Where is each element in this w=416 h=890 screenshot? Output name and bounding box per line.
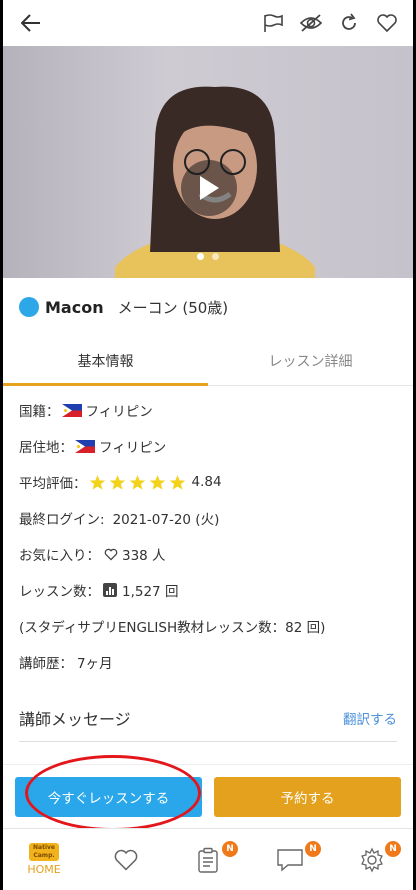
tab-basic-info[interactable]: 基本情報 — [3, 336, 208, 386]
nationality-label: 国籍： — [19, 404, 60, 420]
rating-label: 平均評価： — [19, 476, 87, 492]
star-icon — [129, 474, 145, 490]
nav-reservations[interactable]: N — [167, 829, 249, 890]
last-login-label: 最終ログイン: — [19, 512, 105, 528]
action-button-bar: 今すぐレッスンする 予約する — [3, 764, 413, 828]
history-value: 7ヶ月 — [77, 656, 113, 672]
last-login-value: 2021-07-20 (火) — [112, 512, 220, 528]
star-icon — [149, 474, 165, 490]
clipboard-list-icon — [198, 847, 218, 873]
philippines-flag-icon — [61, 403, 82, 417]
favorites-value: 338 人 — [122, 548, 166, 564]
rating-row: 平均評価： 4.84 — [19, 464, 397, 500]
star-icon — [109, 474, 125, 490]
nationality-row: 国籍： フィリピン — [19, 392, 397, 428]
residence-value: フィリピン — [99, 440, 167, 456]
chat-bubble-icon — [277, 848, 303, 871]
last-login-row: 最終ログイン: 2021-07-20 (火) — [19, 500, 397, 536]
profile-tabs: 基本情報 レッスン詳細 — [3, 336, 413, 386]
intro-video[interactable] — [3, 46, 413, 278]
favorites-row: お気に入り： 338 人 — [19, 536, 397, 572]
rating-value: 4.84 — [191, 474, 222, 490]
nav-reservations-badge: N — [222, 841, 238, 857]
teacher-name-ja: メーコン (50歳) — [117, 298, 229, 317]
lessons-row: レッスン数： 1,527 回 — [19, 572, 397, 608]
heart-outline-icon — [114, 849, 138, 871]
play-icon[interactable] — [181, 160, 237, 216]
lessons-label: レッスン数： — [19, 584, 100, 600]
nav-home-label: HOME — [27, 863, 61, 876]
philippines-flag-icon — [75, 439, 95, 453]
residence-label: 居住地： — [19, 440, 73, 456]
back-arrow-icon[interactable] — [17, 9, 45, 37]
star-icon — [89, 474, 105, 490]
studysapuri-count: (スタディサプリENGLISH教材レッスン数：82 回) — [19, 620, 326, 636]
slide-indicator — [3, 253, 413, 260]
slide-dot[interactable] — [197, 253, 204, 260]
nav-home[interactable]: Native Camp. HOME — [3, 829, 85, 890]
refresh-icon[interactable] — [335, 9, 363, 37]
lesson-now-button[interactable]: 今すぐレッスンする — [15, 776, 202, 817]
slide-dot[interactable] — [212, 253, 219, 260]
top-bar — [3, 0, 413, 46]
hide-eye-icon[interactable] — [297, 9, 325, 37]
studysapuri-row: (スタディサプリENGLISH教材レッスン数：82 回) — [19, 608, 397, 644]
history-row: 講師歴： 7ヶ月 — [19, 644, 397, 680]
favorites-label: お気に入り： — [19, 548, 100, 564]
nativecamp-logo-icon: Native Camp. — [29, 843, 59, 861]
teacher-message-header: 講師メッセージ 翻訳する — [19, 694, 397, 742]
residence-row: 居住地： フィリピン — [19, 428, 397, 464]
heart-outline-icon — [104, 548, 118, 560]
nationality-value: フィリピン — [85, 404, 153, 420]
nav-messages-badge: N — [305, 841, 321, 857]
teacher-message-title: 講師メッセージ — [19, 709, 131, 729]
tab-lesson-details[interactable]: レッスン詳細 — [208, 336, 413, 385]
favorite-heart-icon[interactable] — [373, 9, 401, 37]
reserve-button[interactable]: 予約する — [214, 776, 401, 817]
bar-chart-icon — [103, 583, 117, 597]
nav-favorites[interactable] — [85, 829, 167, 890]
flag-report-icon[interactable] — [259, 9, 287, 37]
home-logo-text: Native Camp. — [33, 844, 55, 859]
online-status-icon — [19, 297, 39, 317]
bottom-navigation: Native Camp. HOME N N N — [3, 828, 413, 890]
app-screen: Macon メーコン (50歳) 基本情報 レッスン詳細 国籍： フィリピン 居… — [3, 0, 413, 890]
nav-settings[interactable]: N — [331, 829, 413, 890]
basic-info-section: 国籍： フィリピン 居住地： フィリピン 平均評価： 4.84 最終ログイン: … — [3, 386, 413, 680]
star-icon — [169, 474, 185, 490]
nav-messages[interactable]: N — [249, 829, 331, 890]
nav-settings-badge: N — [385, 841, 401, 857]
rating-stars — [89, 474, 186, 491]
teacher-name-en: Macon — [45, 297, 104, 317]
lessons-value: 1,527 回 — [122, 584, 179, 600]
translate-link[interactable]: 翻訳する — [343, 708, 397, 728]
gear-icon — [361, 847, 383, 872]
history-label: 講師歴： — [19, 656, 73, 672]
teacher-name-row: Macon メーコン (50歳) — [3, 278, 413, 336]
